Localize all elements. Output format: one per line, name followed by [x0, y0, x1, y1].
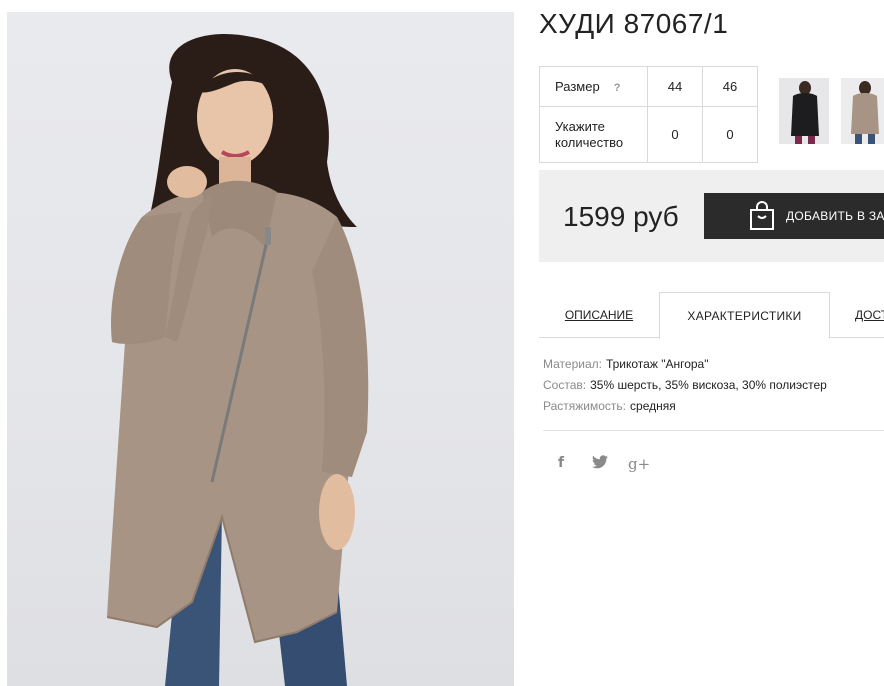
- quantity-label-line2: количество: [555, 134, 624, 150]
- thumbnail-black-hoodie-image: [791, 81, 819, 144]
- tab-description[interactable]: ОПИСАНИЕ: [539, 292, 659, 338]
- characteristic-key: Материал:: [543, 357, 602, 371]
- size-label-cell: Размер?: [539, 66, 648, 107]
- price-panel: 1599 руб ДОБАВИТЬ В ЗА: [539, 170, 884, 262]
- size-option-46[interactable]: 46: [702, 66, 758, 107]
- product-title: ХУДИ 87067/1: [539, 8, 729, 39]
- size-row: Размер? 44 46: [539, 66, 758, 107]
- price: 1599 руб: [563, 201, 679, 232]
- thumbnail-beige-hoodie[interactable]: [841, 78, 884, 144]
- characteristic-row: Материал: Трикотаж "Ангора": [543, 354, 827, 375]
- size-help-icon[interactable]: ?: [614, 82, 621, 94]
- quantity-label-line1: Укажите: [555, 118, 605, 134]
- thumbnail-beige-hoodie-image: [851, 81, 879, 144]
- facebook-icon[interactable]: f: [558, 455, 564, 475]
- product-photo-illustration: [106, 34, 369, 686]
- quantity-row: Укажите количество 0 0: [539, 106, 758, 163]
- tab-characteristics[interactable]: ХАРАКТЕРИСТИКИ: [659, 292, 830, 339]
- size-label: Размер: [555, 79, 600, 94]
- characteristic-value: 35% шерсть, 35% вискоза, 30% полиэстер: [590, 378, 827, 392]
- characteristic-value: Трикотаж "Ангора": [605, 357, 709, 371]
- thumbnail-black-hoodie[interactable]: [779, 78, 829, 144]
- quantity-label-cell: Укажите количество: [539, 106, 648, 163]
- google-plus-icon[interactable]: g+: [628, 455, 650, 475]
- section-divider: [543, 430, 884, 431]
- add-to-cart-label: ДОБАВИТЬ В ЗА: [786, 209, 884, 223]
- characteristic-row: Состав: 35% шерсть, 35% вискоза, 30% поли…: [543, 375, 827, 396]
- shopping-bag-icon: [748, 201, 776, 231]
- characteristic-key: Растяжимость:: [543, 399, 627, 413]
- product-tabs: ОПИСАНИЕ ХАРАКТЕРИСТИКИ ДОСТ: [539, 292, 884, 339]
- quantity-input-46[interactable]: 0: [702, 106, 758, 163]
- product-main-image[interactable]: [7, 12, 514, 686]
- characteristic-row: Растяжимость: средняя: [543, 396, 827, 417]
- characteristics-list: Материал: Трикотаж "Ангора" Состав: 35% ше…: [543, 354, 827, 417]
- characteristic-value: средняя: [630, 399, 676, 413]
- size-quantity-table: Размер? 44 46 Укажите количество 0 0: [539, 66, 758, 163]
- quantity-input-44[interactable]: 0: [647, 106, 703, 163]
- tab-delivery[interactable]: ДОСТ: [855, 292, 884, 338]
- characteristic-key: Состав:: [543, 378, 587, 392]
- twitter-icon[interactable]: [592, 455, 608, 475]
- add-to-cart-button[interactable]: ДОБАВИТЬ В ЗА: [704, 193, 884, 239]
- size-option-44[interactable]: 44: [647, 66, 703, 107]
